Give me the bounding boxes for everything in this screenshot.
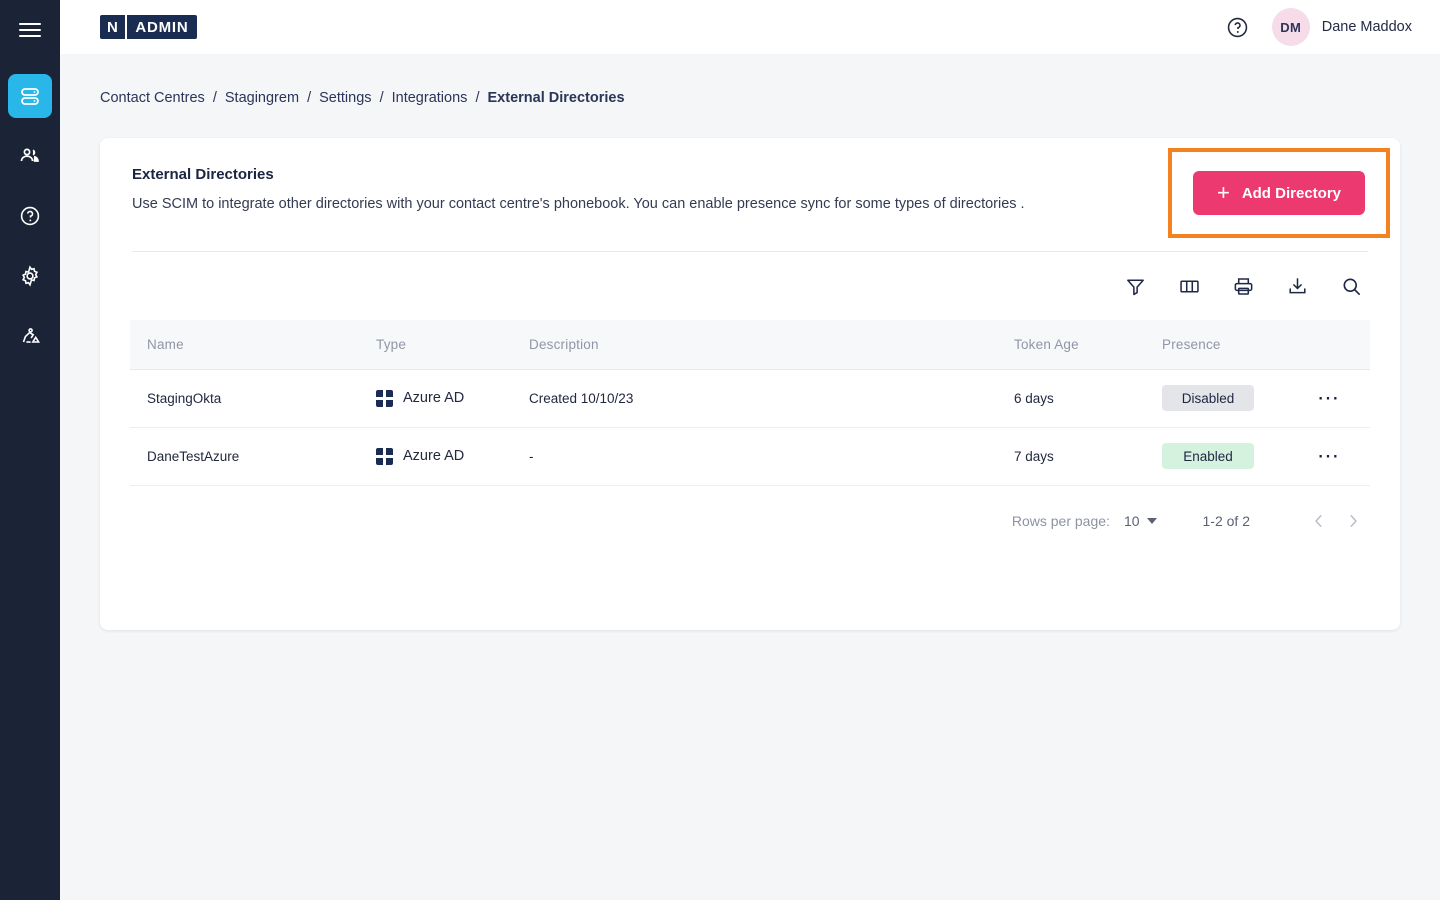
column-header-token-age: Token Age: [1014, 337, 1162, 352]
gear-icon: [8, 254, 52, 298]
previous-page-button[interactable]: [1302, 504, 1336, 538]
cell-type-label: Azure AD: [403, 390, 464, 406]
sidebar-item-help[interactable]: [0, 186, 60, 246]
left-sidebar: [0, 0, 60, 900]
print-icon[interactable]: [1230, 274, 1256, 300]
breadcrumb-separator: /: [380, 90, 384, 106]
breadcrumb-separator: /: [475, 90, 479, 106]
breadcrumb-separator: /: [307, 90, 311, 106]
hamburger-menu-button[interactable]: [0, 0, 60, 60]
table-row[interactable]: DaneTestAzure Azure AD - 7 days Enabled …: [130, 428, 1370, 486]
sidebar-nav-list: [0, 66, 60, 366]
logo-mark: N: [100, 15, 127, 39]
cell-token-age: 7 days: [1014, 449, 1162, 464]
more-options-icon[interactable]: ⋯: [1317, 387, 1341, 409]
card-header: External Directories Use SCIM to integra…: [100, 138, 1400, 214]
logo-text: ADMIN: [127, 15, 196, 39]
directories-table: Name Type Description Token Age Presence…: [130, 320, 1370, 486]
app-root: N ADMIN DM Dane Maddox Contact C: [0, 0, 1440, 900]
rows-per-page-label: Rows per page:: [1012, 513, 1110, 529]
sidebar-item-users[interactable]: [0, 126, 60, 186]
breadcrumb-separator: /: [213, 90, 217, 106]
azure-ad-icon: [376, 448, 393, 465]
app-logo: N ADMIN: [100, 15, 197, 39]
help-circle-icon[interactable]: [1225, 15, 1250, 40]
cell-token-age: 6 days: [1014, 391, 1162, 406]
header-right-cluster: DM Dane Maddox: [1225, 8, 1412, 46]
download-icon[interactable]: [1284, 274, 1310, 300]
cell-name: DaneTestAzure: [130, 449, 376, 464]
filter-icon[interactable]: [1122, 274, 1148, 300]
user-menu[interactable]: DM Dane Maddox: [1272, 8, 1412, 46]
sidebar-item-contact-centres[interactable]: [0, 66, 60, 126]
sidebar-item-maintenance[interactable]: [0, 306, 60, 366]
avatar: DM: [1272, 8, 1310, 46]
cell-actions: ⋯: [1307, 445, 1370, 467]
pagination-range: 1-2 of 2: [1203, 513, 1250, 529]
next-page-button[interactable]: [1336, 504, 1370, 538]
add-directory-label: Add Directory: [1242, 185, 1341, 202]
top-header-bar: N ADMIN DM Dane Maddox: [60, 0, 1440, 54]
azure-ad-icon: [376, 390, 393, 407]
cell-type: Azure AD: [376, 390, 529, 407]
chevron-down-icon: [1147, 518, 1157, 524]
status-badge: Enabled: [1162, 443, 1254, 469]
cell-type: Azure AD: [376, 448, 529, 465]
server-icon: [8, 74, 52, 118]
status-badge: Disabled: [1162, 385, 1254, 411]
cell-description: Created 10/10/23: [529, 391, 1014, 406]
cell-description: -: [529, 449, 1014, 464]
breadcrumb-item-settings[interactable]: Settings: [319, 90, 371, 106]
cell-actions: ⋯: [1307, 387, 1370, 409]
add-directory-button[interactable]: + Add Directory: [1193, 171, 1365, 215]
user-name-label: Dane Maddox: [1322, 19, 1412, 35]
cell-presence: Disabled: [1162, 385, 1307, 411]
users-icon: [8, 134, 52, 178]
column-header-description: Description: [529, 337, 1014, 352]
column-header-name: Name: [130, 337, 376, 352]
hamburger-icon: [19, 19, 41, 41]
breadcrumb-item-stagingrem[interactable]: Stagingrem: [225, 90, 299, 106]
columns-icon[interactable]: [1176, 274, 1202, 300]
search-icon[interactable]: [1338, 274, 1364, 300]
column-header-type: Type: [376, 337, 529, 352]
table-toolbar: [100, 252, 1400, 300]
external-directories-card: External Directories Use SCIM to integra…: [100, 138, 1400, 630]
breadcrumb-item-external-directories: External Directories: [488, 90, 625, 106]
main-content: N ADMIN DM Dane Maddox Contact C: [60, 0, 1440, 900]
table-pagination: Rows per page: 10 1-2 of 2: [100, 486, 1400, 538]
rows-per-page-value: 10: [1124, 513, 1140, 529]
table-row[interactable]: StagingOkta Azure AD Created 10/10/23 6 …: [130, 370, 1370, 428]
column-header-presence: Presence: [1162, 337, 1307, 352]
maintenance-icon: [8, 314, 52, 358]
cell-name: StagingOkta: [130, 391, 376, 406]
table-header-row: Name Type Description Token Age Presence: [130, 320, 1370, 370]
cell-presence: Enabled: [1162, 443, 1307, 469]
help-circle-icon: [8, 194, 52, 238]
plus-icon: +: [1217, 182, 1230, 204]
rows-per-page-select[interactable]: 10: [1124, 513, 1157, 529]
sidebar-item-settings[interactable]: [0, 246, 60, 306]
breadcrumb-item-contact-centres[interactable]: Contact Centres: [100, 90, 205, 106]
add-directory-highlight: + Add Directory: [1168, 148, 1390, 238]
cell-type-label: Azure AD: [403, 448, 464, 464]
more-options-icon[interactable]: ⋯: [1317, 445, 1341, 467]
breadcrumb-item-integrations[interactable]: Integrations: [392, 90, 468, 106]
breadcrumb: Contact Centres / Stagingrem / Settings …: [60, 54, 1440, 106]
